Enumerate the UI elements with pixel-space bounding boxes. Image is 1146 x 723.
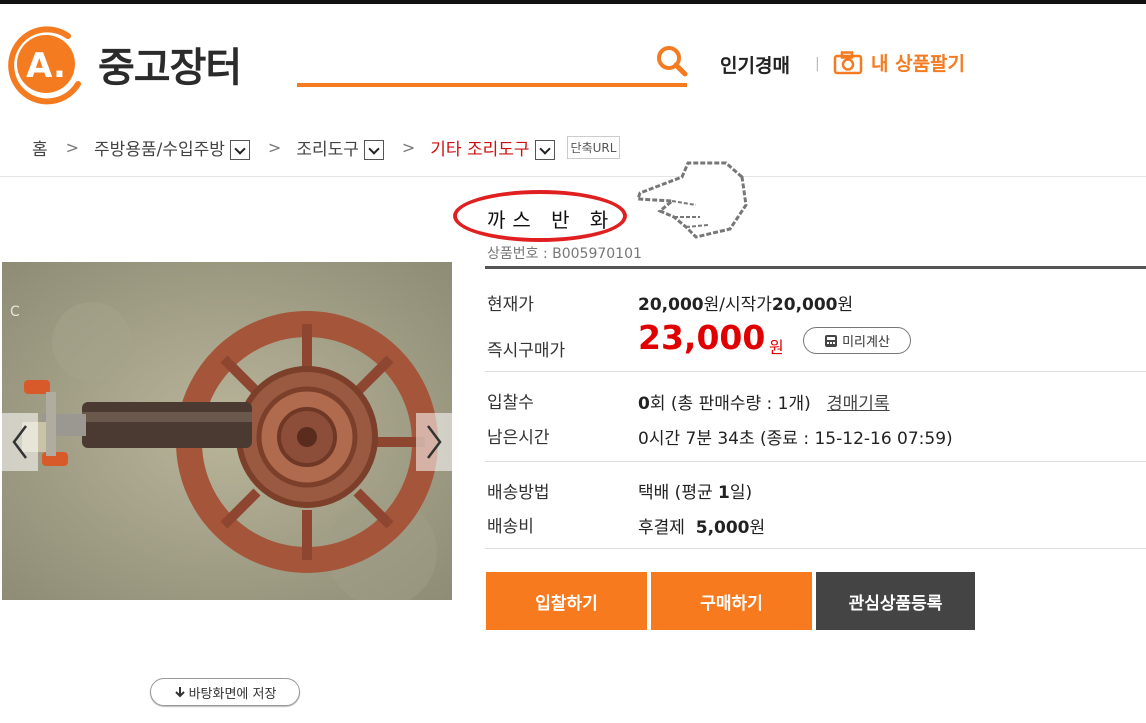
calculator-icon (825, 334, 838, 347)
add-to-watchlist-button[interactable]: 관심상품등록 (816, 572, 975, 630)
buy-now-label: 즉시구매가 (487, 341, 566, 361)
bids-label: 입찰수 (487, 393, 534, 413)
svg-text:C: C (10, 304, 20, 320)
short-url-button[interactable]: 단축URL (566, 136, 621, 159)
remaining-time-label: 남은시간 (487, 428, 550, 448)
remaining-time: 0시간 7분 34초 (종료 : 15-12-16 07:59) (638, 429, 953, 449)
top-border (0, 0, 1146, 4)
save-button-label: 바탕화면에 저장 (188, 686, 277, 702)
product-number: 상품번호 : B005970101 (487, 246, 642, 262)
svg-text:A.: A. (26, 46, 66, 86)
buy-button[interactable]: 구매하기 (651, 572, 812, 630)
download-arrow-icon (174, 687, 185, 698)
next-image-button[interactable] (416, 413, 452, 471)
breadcrumb: 홈 > 주방용품/수입주방 > 조리도구 > 기타 조리도구 단축URL (32, 135, 621, 160)
divider (485, 461, 1146, 462)
chevron-right-icon: > (401, 138, 416, 157)
logo-icon: A. (4, 22, 88, 106)
current-price: 20,000원/시작가20,000원 (638, 295, 854, 315)
preview-calc-button[interactable]: 미리계산 (803, 327, 911, 354)
dropdown-toggle-2[interactable] (363, 139, 384, 160)
breadcrumb-category-2[interactable]: 조리도구 (296, 135, 359, 160)
auction-record-link[interactable]: 경매기록 (827, 394, 890, 414)
previous-image-button[interactable] (2, 413, 38, 471)
shipping-cost: 후결제 5,000원 (638, 518, 766, 538)
shipping-method: 택배 (평균 1일) (638, 483, 753, 503)
popular-auction-link[interactable]: 인기경매 (720, 51, 790, 78)
breadcrumb-home[interactable]: 홈 (32, 135, 48, 160)
chevron-right-icon: > (267, 138, 282, 157)
pointing-hand-icon (635, 161, 748, 239)
divider (0, 176, 1146, 177)
calc-label: 미리계산 (842, 335, 890, 350)
buy-now-price: 23,000 (638, 318, 766, 357)
sell-label: 내 상품팔기 (871, 53, 966, 75)
current-price-label: 현재가 (487, 295, 534, 315)
shipping-cost-label: 배송비 (487, 517, 534, 537)
header-separator: | (815, 56, 820, 72)
title-divider (485, 266, 1146, 269)
buy-now-unit: 원 (769, 338, 784, 357)
search-input[interactable] (297, 83, 687, 87)
product-title: 까스 반 화 (487, 208, 616, 232)
shipping-method-label: 배송방법 (487, 483, 550, 503)
camera-icon (833, 50, 863, 74)
divider (485, 548, 1146, 549)
logo[interactable]: A. 중고장터 (4, 22, 242, 106)
save-to-desktop-button[interactable]: 바탕화면에 저장 (150, 678, 300, 706)
divider (485, 371, 1146, 372)
breadcrumb-category-3[interactable]: 기타 조리도구 (430, 135, 529, 160)
sell-my-item-link[interactable]: 내 상품팔기 (833, 49, 965, 76)
bids-value: 0회 (총 판매수량 : 1개) 경매기록 (638, 394, 890, 414)
breadcrumb-category-1[interactable]: 주방용품/수입주방 (94, 135, 225, 160)
dropdown-toggle-3[interactable] (534, 139, 555, 160)
dropdown-toggle-1[interactable] (229, 139, 250, 160)
chevron-left-icon (12, 425, 27, 459)
chevron-right-icon (427, 425, 442, 459)
logo-text: 중고장터 (98, 45, 242, 91)
bid-button[interactable]: 입찰하기 (486, 572, 647, 630)
search-icon[interactable] (655, 44, 689, 78)
chevron-right-icon: > (65, 138, 80, 157)
product-image[interactable]: C (2, 262, 452, 600)
